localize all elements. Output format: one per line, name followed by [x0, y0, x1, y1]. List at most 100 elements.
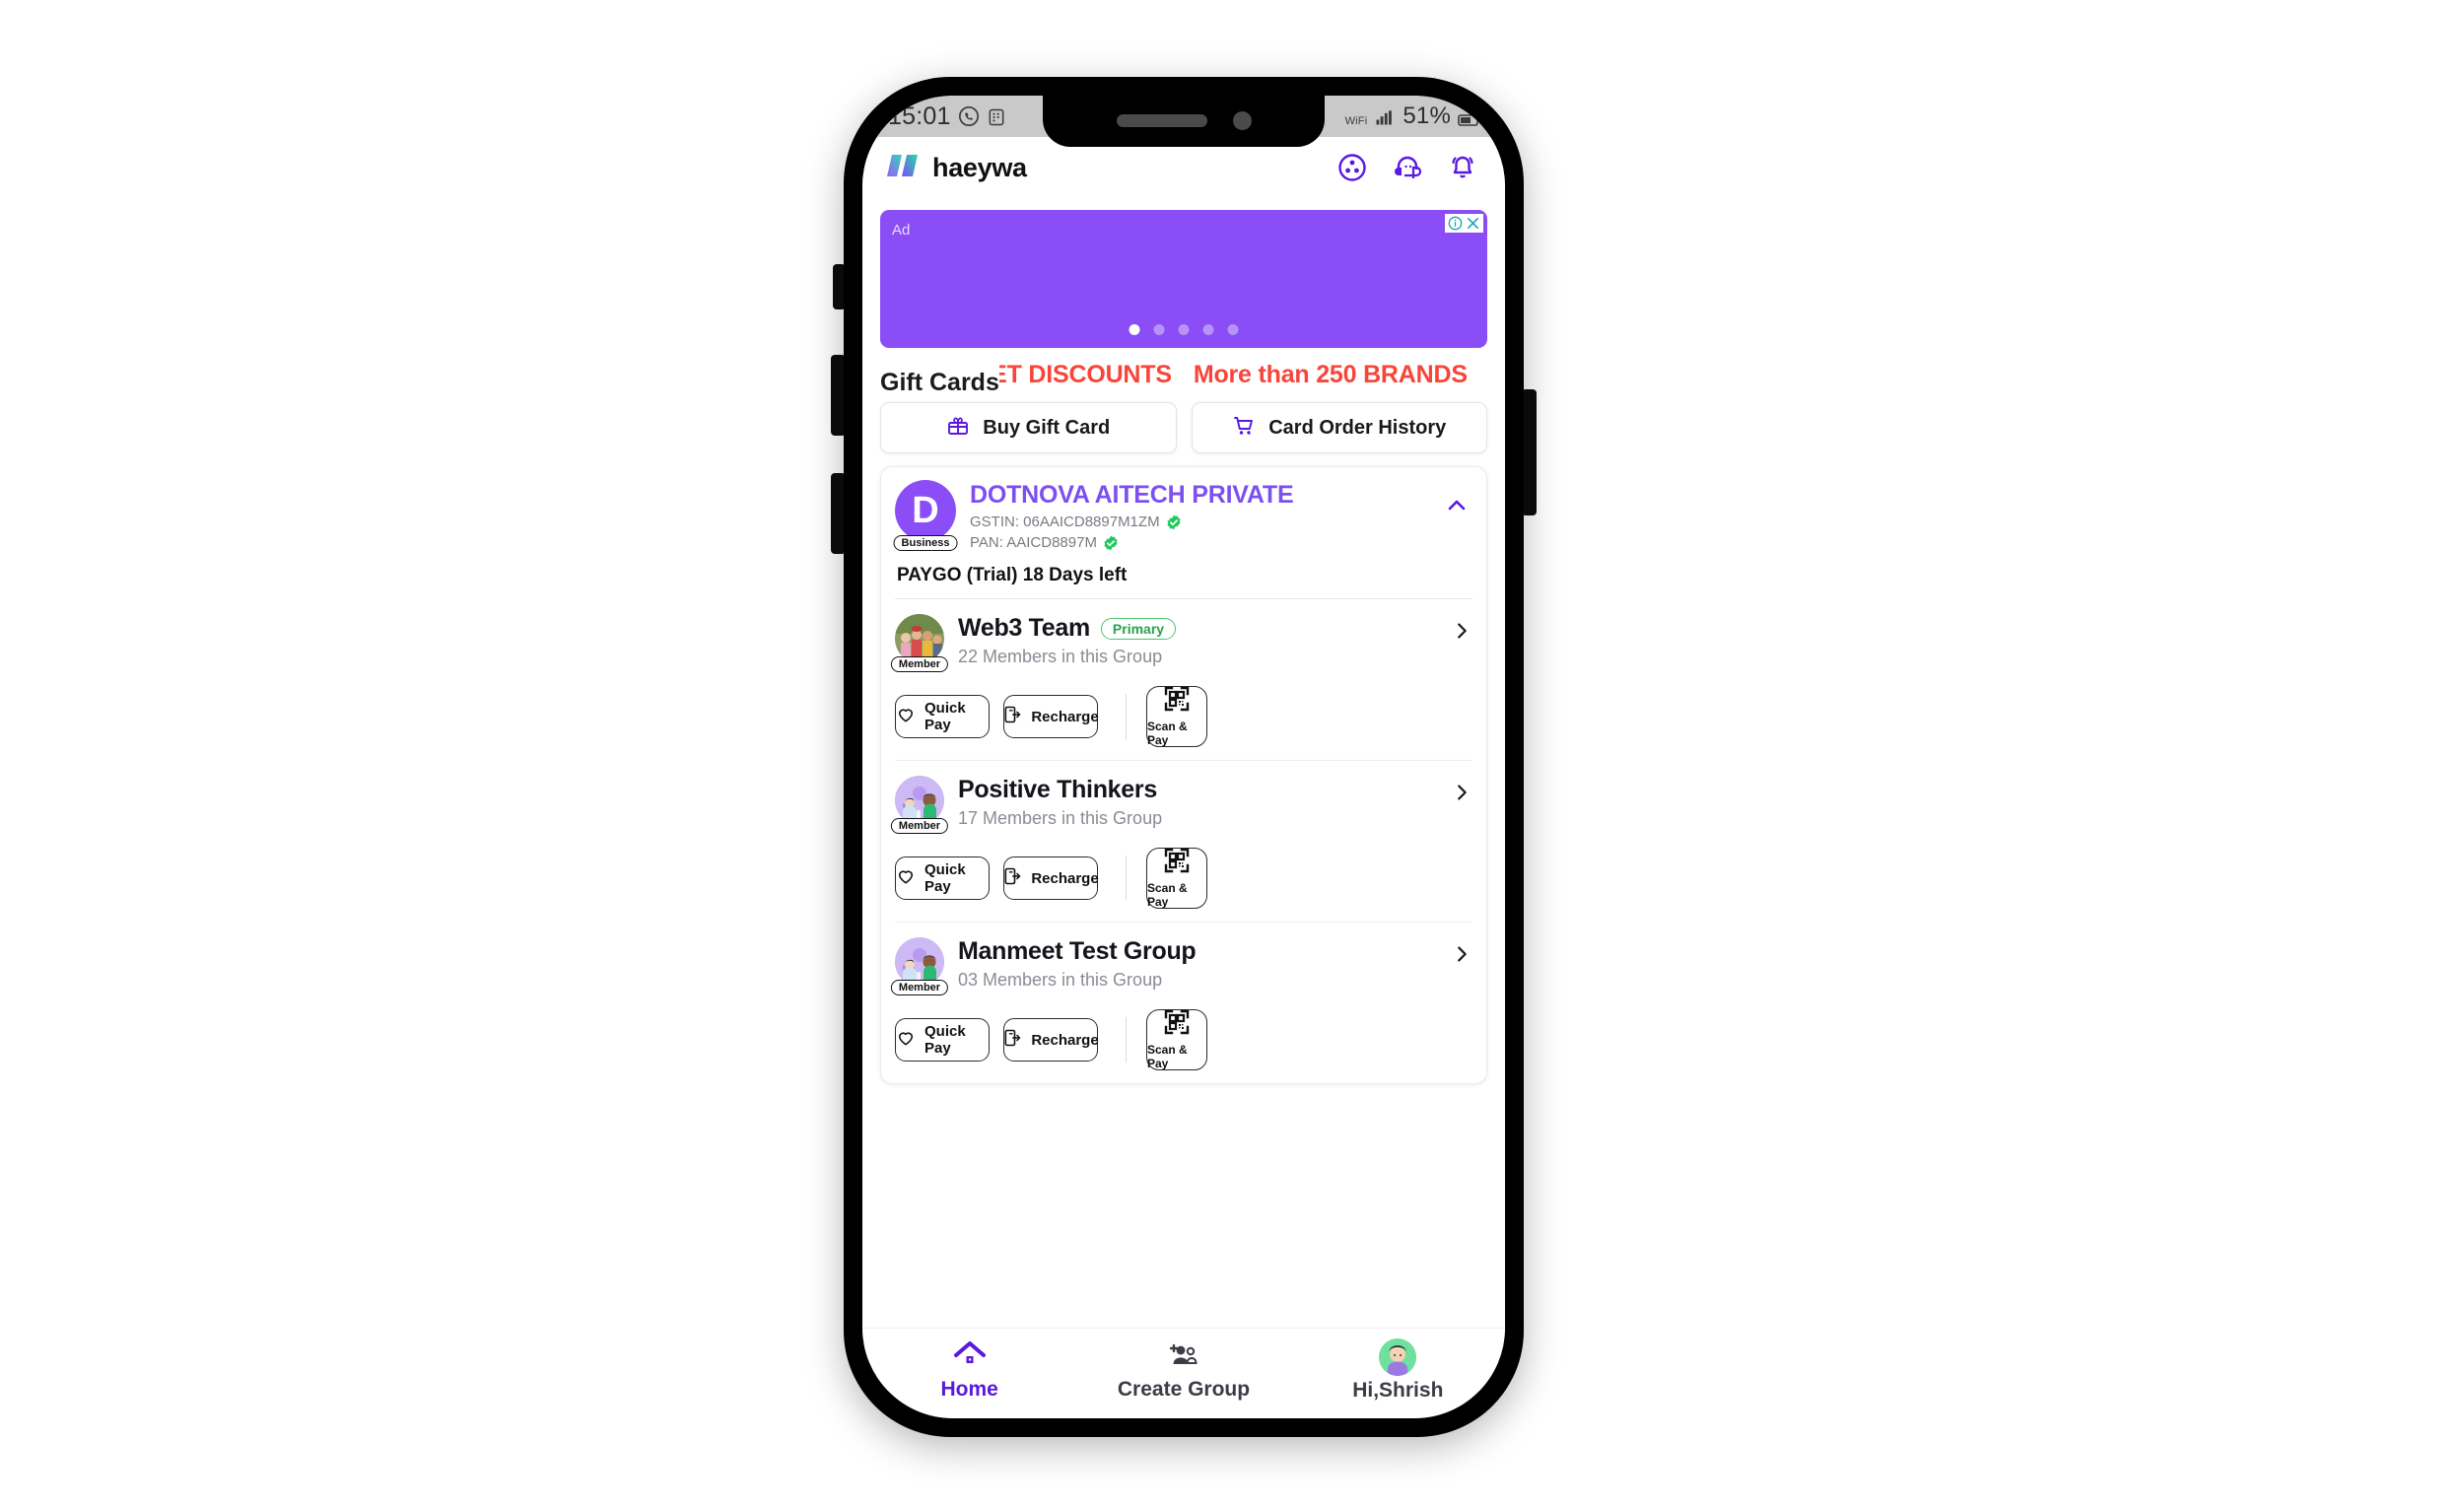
wifi-icon: WiFi [1345, 103, 1368, 131]
nav-label-profile: Hi,Shrish [1352, 1379, 1444, 1402]
mobile-recharge-icon [1002, 1028, 1022, 1053]
business-pan: PAN: AAICD8897M [970, 534, 1097, 551]
close-icon[interactable] [1466, 216, 1480, 231]
status-time: 15:01 [888, 102, 951, 130]
mobile-recharge-icon [1002, 866, 1022, 891]
qr-code-icon [1164, 1009, 1190, 1040]
info-icon[interactable] [1448, 216, 1463, 231]
business-card: D Business DOTNOVA AITECH PRIVATE GSTIN:… [880, 466, 1487, 1084]
group-title-row: Positive Thinkers [958, 776, 1437, 804]
ad-banner[interactable]: Ad [880, 210, 1487, 348]
qr-code-icon [1164, 686, 1190, 717]
chevron-right-icon[interactable] [1451, 614, 1472, 647]
group-actions: Quick Pay Recharge Scan & Pay [895, 686, 1472, 747]
gift-cards-title: Gift Cards [880, 369, 999, 390]
group-header[interactable]: Member Manmeet Test Group 03 Members in … [890, 937, 1472, 995]
group-member-count: 03 Members in this Group [958, 970, 1163, 990]
ad-dot[interactable] [1178, 324, 1190, 335]
support-headset-icon[interactable] [1393, 153, 1422, 182]
scan-and-pay-button[interactable]: Scan & Pay [1146, 848, 1207, 909]
brand-name: haeywa [932, 152, 1027, 182]
apps-circle-icon[interactable] [1337, 153, 1367, 182]
group-member-count: 17 Members in this Group [958, 808, 1163, 828]
quick-pay-label: Quick Pay [924, 700, 966, 733]
business-gstin-row: GSTIN: 06AAICD8897M1ZM [970, 514, 1425, 530]
app-notification-icon [987, 105, 1008, 127]
battery-percent: 51% [1403, 103, 1451, 129]
action-divider [1126, 856, 1127, 901]
group-header[interactable]: Member Positive Thinkers 17 Members in t… [890, 776, 1472, 834]
quick-pay-button[interactable]: Quick Pay [895, 1018, 990, 1062]
business-header[interactable]: D Business DOTNOVA AITECH PRIVATE GSTIN:… [893, 480, 1472, 551]
haeywa-logo-icon [884, 151, 922, 185]
bottom-navigation: Home Create Group Hi,Shrish [862, 1328, 1505, 1418]
recharge-button[interactable]: Recharge [1002, 695, 1099, 738]
scan-and-pay-label: Scan & Pay [1147, 881, 1188, 909]
ad-dot[interactable] [1153, 324, 1165, 335]
chevron-right-icon[interactable] [1451, 937, 1472, 970]
nav-item-create-group[interactable]: Create Group [1076, 1340, 1290, 1402]
front-camera [1232, 110, 1252, 130]
brand-logo[interactable]: haeywa [884, 151, 1027, 185]
group-row: Member Web3 Team Primary 22 Members in t… [890, 599, 1472, 761]
whatsapp-icon [958, 105, 980, 127]
nav-item-profile[interactable]: Hi,Shrish [1291, 1338, 1505, 1403]
battery-icon [1458, 105, 1480, 127]
plan-status: PAYGO (Trial) 18 Days left [895, 551, 1472, 599]
chevron-up-icon[interactable] [1439, 480, 1472, 522]
quick-pay-label: Quick Pay [924, 861, 966, 895]
business-tag: Business [893, 535, 958, 551]
group-primary-badge: Primary [1100, 617, 1177, 640]
group-actions: Quick Pay Recharge Scan & Pay [895, 1009, 1472, 1070]
phone-notch [1043, 96, 1325, 147]
group-title-row: Manmeet Test Group [958, 937, 1437, 966]
ad-dot[interactable] [1202, 324, 1214, 335]
ad-dot[interactable] [1227, 324, 1239, 335]
status-bar-right: WiFi 51% [1345, 103, 1480, 131]
scan-and-pay-label: Scan & Pay [1147, 1043, 1188, 1070]
group-row: Member Positive Thinkers 17 Members in t… [890, 761, 1472, 923]
screenshot-stage: 15:01 WiFi 51% haeywa Ad Gift Cards T DI… [0, 0, 2464, 1508]
business-pan-row: PAN: AAICD8897M [970, 534, 1425, 551]
scan-and-pay-button[interactable]: Scan & Pay [1146, 686, 1207, 747]
group-main: Web3 Team Primary 22 Members in this Gro… [958, 614, 1437, 667]
card-order-history-button[interactable]: Card Order History [1191, 402, 1487, 453]
cellular-signal-icon [1374, 105, 1396, 127]
power-button[interactable] [1522, 389, 1537, 515]
business-name: DOTNOVA AITECH PRIVATE [970, 481, 1294, 509]
recharge-button[interactable]: Recharge [1002, 1018, 1099, 1062]
scan-and-pay-button[interactable]: Scan & Pay [1146, 1009, 1207, 1070]
ad-carousel-dots[interactable] [1129, 324, 1239, 335]
group-row: Member Manmeet Test Group 03 Members in … [890, 923, 1472, 1083]
group-avatar-wrap: Member [890, 614, 949, 672]
quick-pay-button[interactable]: Quick Pay [895, 857, 990, 900]
phone-frame: 15:01 WiFi 51% haeywa Ad Gift Cards T DI… [844, 77, 1524, 1437]
add-group-icon [1167, 1340, 1200, 1375]
notification-bell-icon[interactable] [1448, 153, 1477, 182]
action-divider [1126, 1017, 1127, 1062]
heart-icon [896, 866, 916, 891]
buy-gift-card-label: Buy Gift Card [983, 416, 1111, 439]
user-avatar [1379, 1338, 1417, 1376]
verified-check-icon [1103, 535, 1119, 551]
recharge-button[interactable]: Recharge [1002, 857, 1099, 900]
ad-dot[interactable] [1129, 324, 1140, 335]
business-avatar-wrap: D Business [893, 480, 958, 551]
earpiece-speaker [1116, 113, 1207, 127]
buy-gift-card-button[interactable]: Buy Gift Card [880, 402, 1177, 453]
group-main: Manmeet Test Group 03 Members in this Gr… [958, 937, 1437, 991]
action-divider [1126, 694, 1127, 739]
heart-icon [896, 705, 916, 729]
nav-item-home[interactable]: Home [862, 1340, 1076, 1402]
quick-pay-label: Quick Pay [924, 1023, 966, 1057]
scan-and-pay-label: Scan & Pay [1147, 720, 1188, 747]
business-gstin: GSTIN: 06AAICD8897M1ZM [970, 514, 1160, 530]
ad-controls[interactable] [1445, 214, 1483, 233]
chevron-right-icon[interactable] [1451, 776, 1472, 808]
scroll-content[interactable]: Ad Gift Cards T DISCOUNTS More than 250 … [862, 198, 1505, 1328]
quick-pay-button[interactable]: Quick Pay [895, 695, 990, 738]
group-name: Web3 Team [958, 614, 1090, 642]
group-header[interactable]: Member Web3 Team Primary 22 Members in t… [890, 614, 1472, 672]
mobile-recharge-icon [1002, 705, 1022, 729]
group-member-tag: Member [890, 656, 949, 672]
